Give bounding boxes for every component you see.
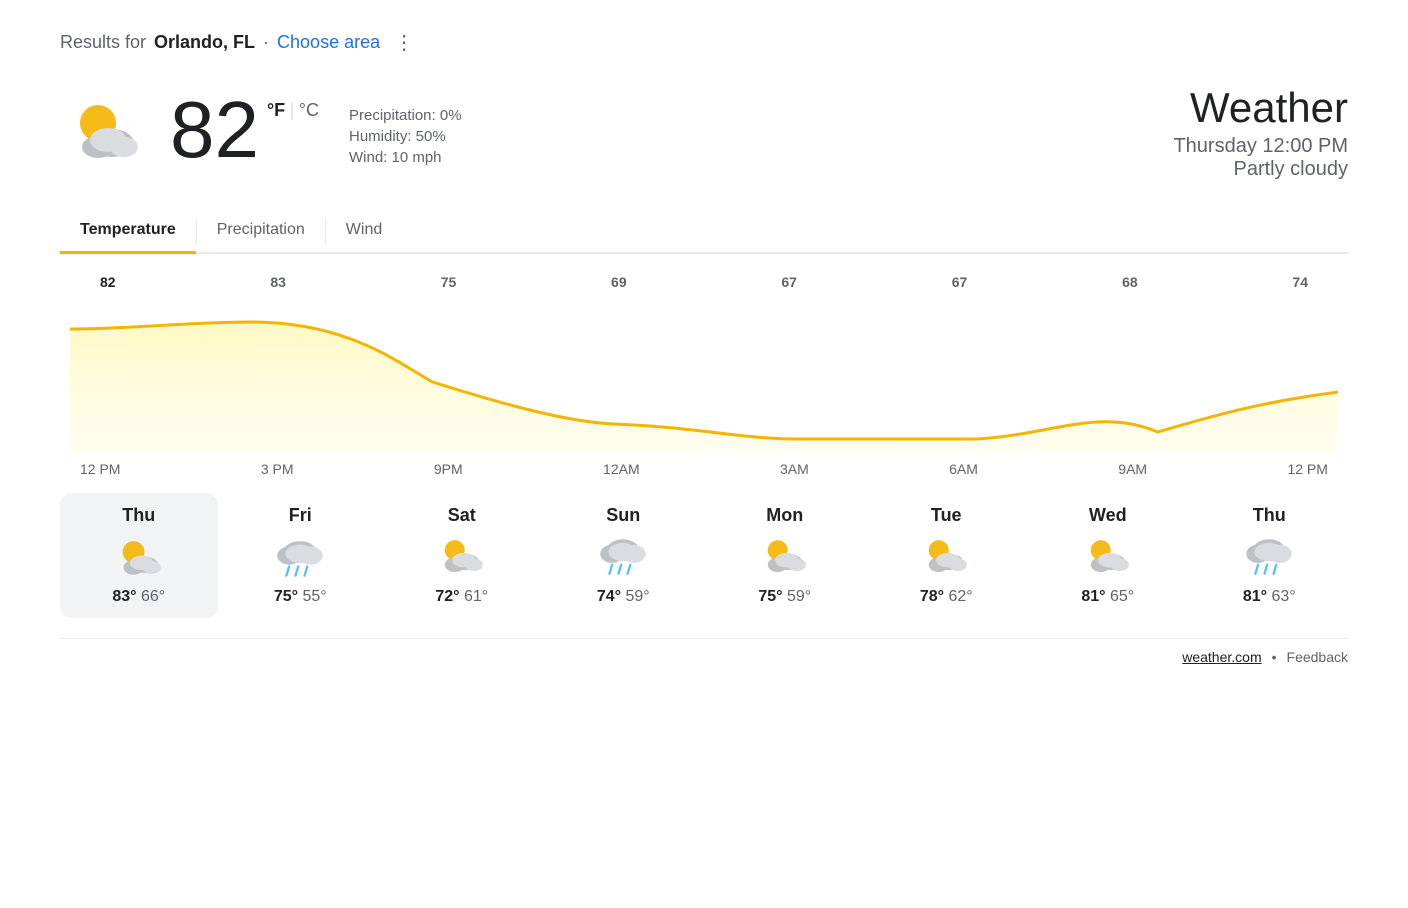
weather-datetime: Thursday 12:00 PM [1173, 135, 1348, 158]
chart-label-0: 82 [100, 274, 116, 290]
day-icon-wed [1080, 532, 1136, 582]
footer: weather.com • Feedback [60, 638, 1348, 665]
day-temps-tue: 78° 62° [920, 588, 973, 606]
weather-details: Precipitation: 0% Humidity: 50% Wind: 10… [349, 95, 462, 166]
day-icon-thu2 [1241, 532, 1297, 582]
time-label-3: 12AM [603, 461, 640, 477]
weather-tabs: Temperature Precipitation Wind [60, 211, 1348, 254]
day-card-tue[interactable]: Tue 78° 62° [868, 493, 1026, 618]
day-icon-mon [757, 532, 813, 582]
day-card-sat[interactable]: Sat 72° 61° [383, 493, 541, 618]
tab-precipitation[interactable]: Precipitation [197, 211, 325, 254]
more-options-icon[interactable]: ⋮ [394, 30, 414, 55]
chart-label-7: 74 [1292, 274, 1308, 290]
day-icon-sat [434, 532, 490, 582]
day-name-mon: Mon [766, 505, 803, 526]
time-label-2: 9PM [434, 461, 463, 477]
weather-left: 82 °F | °C Precipitation: 0% Humidity: 5… [60, 85, 462, 175]
chart-label-6: 68 [1122, 274, 1138, 290]
day-low-thu2: 63° [1271, 588, 1295, 605]
feedback-link[interactable]: Feedback [1287, 649, 1348, 665]
chart-label-3: 69 [611, 274, 627, 290]
location-text: Orlando, FL [154, 32, 255, 53]
day-temps-thu: 83° 66° [112, 588, 165, 606]
chart-label-5: 67 [952, 274, 968, 290]
day-name-thu: Thu [122, 505, 155, 526]
day-temps-fri: 75° 55° [274, 588, 327, 606]
results-for-text: Results for [60, 32, 146, 53]
dot-separator: · [263, 32, 269, 53]
weather-right: Weather Thursday 12:00 PM Partly cloudy [1173, 85, 1348, 181]
day-high-thu: 83° [112, 588, 136, 605]
day-card-mon[interactable]: Mon 75° 59° [706, 493, 864, 618]
day-temps-sat: 72° 61° [435, 588, 488, 606]
choose-area-link[interactable]: Choose area [277, 32, 380, 53]
weather-main: 82 °F | °C Precipitation: 0% Humidity: 5… [60, 85, 1348, 181]
weather-title: Weather [1173, 85, 1348, 131]
day-high-fri: 75° [274, 588, 298, 605]
temperature-value: 82 [170, 90, 259, 170]
day-icon-fri [272, 532, 328, 582]
day-temps-sun: 74° 59° [597, 588, 650, 606]
daily-forecast: Thu 83° 66° Fri 75° 55° [60, 493, 1348, 618]
day-card-sun[interactable]: Sun 74° 59° [545, 493, 703, 618]
day-name-tue: Tue [931, 505, 962, 526]
day-low-wed: 65° [1110, 588, 1134, 605]
day-low-fri: 55° [302, 588, 326, 605]
day-name-sat: Sat [448, 505, 476, 526]
day-card-fri[interactable]: Fri 75° 55° [222, 493, 380, 618]
time-label-0: 12 PM [80, 461, 120, 477]
chart-label-2: 75 [441, 274, 457, 290]
temperature-chart: 82 83 75 69 67 67 68 74 12 PM 3 PM 9PM 1… [60, 274, 1348, 477]
time-label-7: 12 PM [1287, 461, 1327, 477]
day-icon-thu [111, 532, 167, 582]
day-temps-mon: 75° 59° [758, 588, 811, 606]
time-label-6: 9AM [1118, 461, 1147, 477]
day-temps-thu2: 81° 63° [1243, 588, 1296, 606]
day-card-thu2[interactable]: Thu 81° 63° [1191, 493, 1349, 618]
day-name-sun: Sun [606, 505, 640, 526]
day-high-wed: 81° [1081, 588, 1105, 605]
day-high-tue: 78° [920, 588, 944, 605]
unit-celsius[interactable]: °C [299, 100, 319, 120]
day-low-mon: 59° [787, 588, 811, 605]
day-low-thu: 66° [141, 588, 165, 605]
unit-fahrenheit[interactable]: °F [267, 100, 285, 120]
temperature-units: °F | °C [267, 100, 319, 121]
day-high-sun: 74° [597, 588, 621, 605]
day-low-sat: 61° [464, 588, 488, 605]
tab-temperature[interactable]: Temperature [60, 211, 196, 254]
day-icon-sun [595, 532, 651, 582]
chart-label-4: 67 [781, 274, 797, 290]
day-low-tue: 62° [948, 588, 972, 605]
precipitation-text: Precipitation: 0% [349, 107, 462, 124]
day-name-thu2: Thu [1253, 505, 1286, 526]
header: Results for Orlando, FL · Choose area ⋮ [60, 30, 1348, 55]
weather-source-link[interactable]: weather.com [1182, 649, 1261, 665]
tab-wind[interactable]: Wind [326, 211, 402, 254]
temperature-display: 82 °F | °C [170, 90, 319, 170]
day-high-sat: 72° [435, 588, 459, 605]
time-label-1: 3 PM [261, 461, 294, 477]
chart-svg [70, 292, 1338, 452]
time-label-4: 3AM [780, 461, 809, 477]
day-card-wed[interactable]: Wed 81° 65° [1029, 493, 1187, 618]
day-temps-wed: 81° 65° [1081, 588, 1134, 606]
day-name-wed: Wed [1089, 505, 1127, 526]
wind-text: Wind: 10 mph [349, 149, 462, 166]
unit-divider: | [290, 100, 295, 120]
footer-dot: • [1272, 649, 1277, 665]
day-name-fri: Fri [289, 505, 312, 526]
time-label-5: 6AM [949, 461, 978, 477]
day-high-thu2: 81° [1243, 588, 1267, 605]
day-low-sun: 59° [625, 588, 649, 605]
chart-label-1: 83 [270, 274, 286, 290]
current-weather-icon [60, 85, 150, 175]
day-high-mon: 75° [758, 588, 782, 605]
humidity-text: Humidity: 50% [349, 128, 462, 145]
day-card-thu[interactable]: Thu 83° 66° [60, 493, 218, 618]
weather-condition: Partly cloudy [1173, 158, 1348, 181]
day-icon-tue [918, 532, 974, 582]
chart-time-labels: 12 PM 3 PM 9PM 12AM 3AM 6AM 9AM 12 PM [70, 457, 1338, 477]
